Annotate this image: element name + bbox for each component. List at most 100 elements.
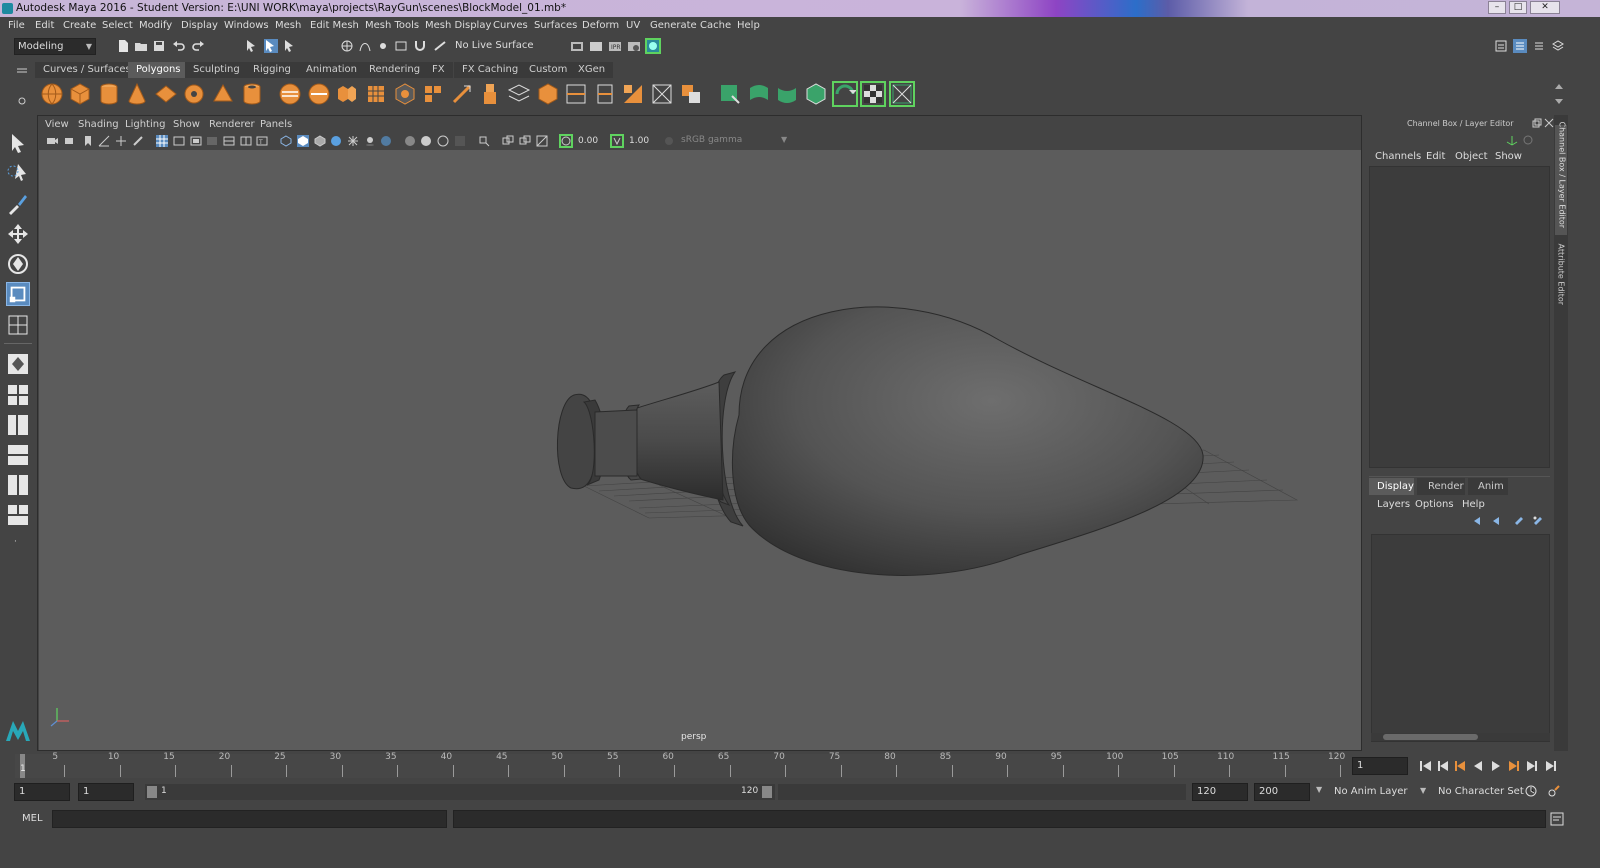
layer-help-menu[interactable]: Help bbox=[1462, 499, 1485, 510]
auto-key-icon[interactable] bbox=[1524, 784, 1538, 798]
merge-icon[interactable] bbox=[564, 82, 588, 106]
layer-tab-display[interactable]: Display bbox=[1369, 478, 1414, 495]
select-component-icon[interactable] bbox=[283, 39, 297, 53]
image-plane-icon[interactable] bbox=[98, 135, 110, 147]
multi-cut-icon[interactable] bbox=[450, 82, 474, 106]
panel-splitter[interactable] bbox=[1369, 476, 1550, 477]
field-chart-icon[interactable] bbox=[223, 135, 235, 147]
range-slider-remainder[interactable] bbox=[778, 784, 1186, 800]
select-tool-icon[interactable] bbox=[6, 131, 30, 155]
move-layer-up-icon[interactable] bbox=[1472, 515, 1484, 527]
menu-display[interactable]: Display bbox=[181, 20, 218, 31]
mirror-icon[interactable] bbox=[621, 82, 645, 106]
move-layer-down-icon[interactable] bbox=[1491, 515, 1503, 527]
boolean-icon[interactable] bbox=[679, 82, 703, 106]
depth-of-field-icon[interactable] bbox=[454, 135, 466, 147]
shelf-tab-rigging[interactable]: Rigging bbox=[245, 62, 299, 78]
bevel-icon[interactable] bbox=[536, 82, 560, 106]
chevron-down-icon[interactable]: ▼ bbox=[1316, 785, 1322, 794]
attribute-editor-toggle-icon[interactable] bbox=[1513, 39, 1527, 53]
xray-icon[interactable] bbox=[380, 135, 392, 147]
tool-settings-toggle-icon[interactable] bbox=[1532, 39, 1546, 53]
close-panel-icon[interactable] bbox=[1544, 118, 1554, 128]
maximize-button[interactable]: □ bbox=[1509, 1, 1527, 14]
extract-icon[interactable] bbox=[335, 82, 359, 106]
planar-map-icon[interactable] bbox=[718, 82, 742, 106]
range-slider[interactable]: 1 120 bbox=[145, 784, 775, 800]
poly-torus-icon[interactable] bbox=[182, 82, 206, 106]
bridge-icon[interactable] bbox=[421, 82, 445, 106]
poly-cylinder-icon[interactable] bbox=[97, 82, 121, 106]
playback-start-field[interactable]: 1 bbox=[78, 783, 134, 801]
menu-curves[interactable]: Curves bbox=[493, 20, 528, 31]
lasso-tool-icon[interactable] bbox=[6, 161, 30, 185]
separate-icon[interactable] bbox=[307, 82, 331, 106]
poly-sphere-icon[interactable] bbox=[40, 82, 64, 106]
hypershade-icon[interactable] bbox=[645, 38, 661, 54]
append-icon[interactable] bbox=[507, 82, 531, 106]
modeling-toolkit-icon[interactable] bbox=[1494, 39, 1508, 53]
unfold-uv-icon[interactable] bbox=[832, 81, 858, 107]
single-perspective-layout-icon[interactable] bbox=[6, 352, 30, 376]
camera-select-icon[interactable] bbox=[46, 135, 58, 147]
animation-end-field[interactable]: 200 bbox=[1254, 783, 1310, 801]
range-start-handle[interactable] bbox=[147, 786, 157, 798]
menu-surfaces[interactable]: Surfaces bbox=[534, 20, 577, 31]
menu-mesh-display[interactable]: Mesh Display bbox=[425, 20, 491, 31]
speed-icon[interactable] bbox=[1522, 134, 1534, 146]
new-scene-icon[interactable] bbox=[116, 39, 130, 53]
xray-joints-icon[interactable] bbox=[502, 135, 514, 147]
spherical-map-icon[interactable] bbox=[775, 82, 799, 106]
uv-checker-icon[interactable] bbox=[860, 81, 886, 107]
persp-uv-layout-icon[interactable] bbox=[6, 473, 30, 497]
grease-pencil-icon[interactable] bbox=[132, 135, 144, 147]
isolate-select-icon[interactable] bbox=[478, 135, 490, 147]
grid-toggle-icon[interactable] bbox=[156, 135, 168, 147]
gate-mask-icon[interactable] bbox=[206, 135, 218, 147]
motion-blur-icon[interactable] bbox=[420, 135, 432, 147]
shelf-tab-rendering[interactable]: Rendering bbox=[361, 62, 429, 78]
combine-icon[interactable] bbox=[278, 82, 302, 106]
four-view-layout-icon[interactable] bbox=[6, 383, 30, 407]
undo-icon[interactable] bbox=[172, 39, 186, 53]
film-gate-icon[interactable] bbox=[173, 135, 185, 147]
shelf-menu-icon[interactable] bbox=[16, 67, 28, 75]
bookmark-icon[interactable] bbox=[82, 135, 94, 147]
panel-menu-lighting[interactable]: Lighting bbox=[125, 119, 165, 130]
animation-start-field[interactable]: 1 bbox=[14, 783, 70, 801]
use-all-lights-icon[interactable] bbox=[347, 135, 359, 147]
shelf-tab-curves-surfaces[interactable]: Curves / Surfaces bbox=[35, 62, 139, 78]
live-surface-icon[interactable] bbox=[433, 39, 447, 53]
command-input[interactable] bbox=[52, 810, 447, 828]
safe-action-icon[interactable] bbox=[240, 135, 252, 147]
character-set-dropdown[interactable]: No Character Set bbox=[1432, 783, 1530, 801]
render-current-frame-icon[interactable] bbox=[589, 39, 603, 53]
close-button[interactable]: ✕ bbox=[1530, 1, 1560, 14]
snap-view-plane-icon[interactable] bbox=[394, 39, 408, 53]
ipr-render-icon[interactable]: IPR bbox=[608, 39, 622, 53]
select-object-icon[interactable] bbox=[264, 39, 278, 53]
panel-menu-show[interactable]: Show bbox=[173, 119, 200, 130]
save-scene-icon[interactable] bbox=[152, 39, 166, 53]
smooth-shade-icon[interactable] bbox=[297, 135, 309, 147]
anim-layer-dropdown[interactable]: No Anim Layer ▼ bbox=[1328, 783, 1428, 801]
menu-uv[interactable]: UV bbox=[626, 20, 640, 31]
color-management-icon[interactable] bbox=[663, 135, 675, 147]
uv-editor-icon[interactable] bbox=[889, 81, 915, 107]
textured-icon[interactable] bbox=[330, 135, 342, 147]
menu-file[interactable]: File bbox=[8, 20, 25, 31]
channel-list[interactable] bbox=[1369, 166, 1550, 468]
anti-aliasing-icon[interactable] bbox=[437, 135, 449, 147]
time-slider-track[interactable] bbox=[15, 754, 1341, 778]
redo-icon[interactable] bbox=[191, 39, 205, 53]
resolution-gate-icon[interactable] bbox=[190, 135, 202, 147]
new-layer-from-selected-icon[interactable] bbox=[1532, 515, 1544, 527]
backface-culling-icon[interactable] bbox=[536, 135, 548, 147]
shelf-tab-custom[interactable]: Custom bbox=[521, 62, 576, 78]
menuset-dropdown[interactable]: Modeling ▼ bbox=[14, 38, 96, 55]
shelf-tab-xgen[interactable]: XGen bbox=[570, 62, 614, 78]
render-view-icon[interactable] bbox=[570, 39, 584, 53]
outliner-layout-icon[interactable] bbox=[6, 503, 30, 527]
script-editor-icon[interactable] bbox=[1550, 812, 1564, 826]
panel-menu-renderer[interactable]: Renderer bbox=[209, 119, 255, 130]
